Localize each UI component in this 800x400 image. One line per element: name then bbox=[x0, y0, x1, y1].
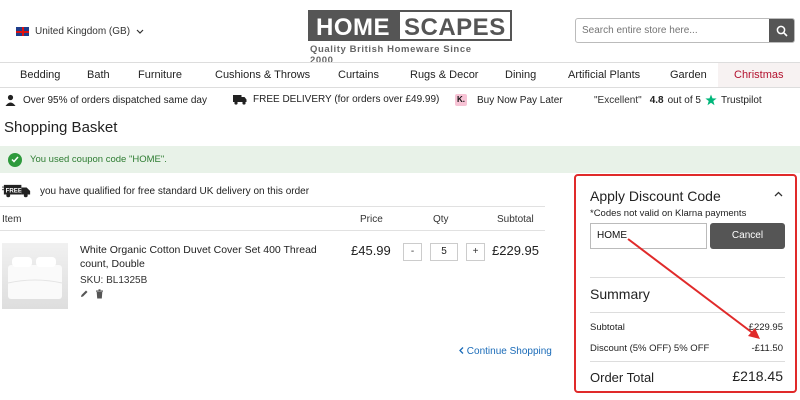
region-label: United Kingdom (GB) bbox=[35, 26, 131, 37]
product-thumbnail[interactable] bbox=[2, 243, 68, 309]
free-delivery-truck-icon: FREE bbox=[2, 184, 31, 198]
col-header-qty: Qty bbox=[433, 214, 449, 225]
trash-icon[interactable] bbox=[95, 289, 104, 299]
continue-shopping-label: Continue Shopping bbox=[466, 346, 552, 357]
nav-christmas[interactable]: Christmas bbox=[718, 63, 800, 87]
qty-input[interactable]: 5 bbox=[430, 243, 458, 261]
col-header-subtotal: Subtotal bbox=[497, 214, 534, 225]
discount-note: *Codes not valid on Klarna payments bbox=[590, 208, 747, 219]
nav-dining[interactable]: Dining bbox=[505, 63, 536, 87]
usp-paylater-text: Buy Now Pay Later bbox=[477, 94, 563, 106]
cancel-coupon-button[interactable]: Cancel bbox=[710, 223, 785, 249]
free-delivery-text: you have qualified for free standard UK … bbox=[40, 185, 310, 197]
edit-pencil-icon[interactable] bbox=[80, 289, 89, 298]
chevron-left-icon bbox=[459, 347, 464, 354]
search-icon bbox=[776, 25, 788, 37]
coupon-success-text: You used coupon code "HOME". bbox=[30, 154, 167, 165]
rating-outof: out of 5 bbox=[667, 94, 701, 106]
summary-discount-label: Discount (5% OFF) 5% OFF bbox=[590, 343, 710, 354]
continue-shopping-link[interactable]: Continue Shopping bbox=[459, 346, 552, 357]
logo-scapes-text: SCAPES bbox=[398, 10, 512, 41]
summary-discount-value: -£11.50 bbox=[751, 343, 783, 354]
rating-text: "Excellent" bbox=[594, 94, 642, 106]
discount-panel-title[interactable]: Apply Discount Code bbox=[590, 188, 721, 204]
row-subtotal: £229.95 bbox=[492, 243, 539, 258]
search-input[interactable] bbox=[576, 19, 769, 42]
trustpilot-label: Trustpilot bbox=[720, 94, 762, 106]
panel-divider bbox=[590, 277, 785, 278]
search-box bbox=[575, 18, 795, 43]
nav-rugs-decor[interactable]: Rugs & Decor bbox=[410, 63, 478, 87]
chevron-down-icon bbox=[136, 29, 144, 34]
product-sku: SKU: BL1325B bbox=[80, 275, 148, 286]
usp-paylater: K. Buy Now Pay Later bbox=[455, 94, 563, 106]
nav-bedding[interactable]: Bedding bbox=[20, 63, 60, 87]
col-header-price: Price bbox=[360, 214, 383, 225]
truck-icon bbox=[233, 95, 247, 105]
qty-decrease-button[interactable]: - bbox=[403, 243, 422, 261]
quantity-stepper: - 5 + bbox=[403, 243, 485, 261]
nav-garden[interactable]: Garden bbox=[670, 63, 707, 87]
table-header-divider bbox=[0, 230, 545, 231]
rating-score: 4.8 bbox=[649, 94, 664, 106]
summary-title: Summary bbox=[590, 286, 650, 302]
klarna-icon: K. bbox=[455, 94, 467, 106]
nav-cushions-throws[interactable]: Cushions & Throws bbox=[215, 63, 310, 87]
region-selector[interactable]: United Kingdom (GB) bbox=[16, 26, 144, 37]
chevron-up-icon[interactable] bbox=[774, 191, 783, 197]
order-total-value: £218.45 bbox=[732, 368, 783, 384]
discount-summary-panel: Apply Discount Code *Codes not valid on … bbox=[574, 174, 797, 393]
coupon-success-message: You used coupon code "HOME". bbox=[0, 146, 800, 173]
product-name[interactable]: White Organic Cotton Duvet Cover Set 400… bbox=[80, 243, 320, 271]
nav-bath[interactable]: Bath bbox=[87, 63, 110, 87]
nav-curtains[interactable]: Curtains bbox=[338, 63, 379, 87]
search-button[interactable] bbox=[769, 19, 794, 42]
summary-subtotal-value: £229.95 bbox=[748, 322, 783, 333]
person-icon bbox=[5, 94, 16, 106]
nav-artificial-plants[interactable]: Artificial Plants bbox=[568, 63, 640, 87]
usp-delivery-text: FREE DELIVERY (for orders over £49.99) bbox=[253, 94, 440, 105]
col-header-item: Item bbox=[2, 214, 22, 225]
usp-rating: "Excellent" 4.8 out of 5 Trustpilot bbox=[594, 94, 762, 106]
check-icon bbox=[8, 152, 22, 167]
uk-flag-icon bbox=[16, 27, 29, 36]
page-title: Shopping Basket bbox=[4, 119, 118, 136]
site-logo[interactable]: HOME SCAPES Quality British Homeware Sin… bbox=[308, 10, 512, 66]
nav-furniture[interactable]: Furniture bbox=[138, 63, 182, 87]
summary-divider bbox=[590, 312, 785, 313]
usp-dispatch: Over 95% of orders dispatched same day bbox=[4, 94, 207, 107]
free-delivery-notice: FREE you have qualified for free standar… bbox=[0, 184, 309, 198]
free-badge-text: FREE bbox=[6, 187, 22, 194]
order-total-label: Order Total bbox=[590, 370, 655, 385]
summary-subtotal-label: Subtotal bbox=[590, 322, 625, 333]
table-top-divider bbox=[0, 206, 545, 207]
usp-dispatch-text: Over 95% of orders dispatched same day bbox=[23, 95, 207, 106]
trustpilot-star-icon bbox=[705, 94, 717, 106]
product-price: £45.99 bbox=[351, 243, 391, 258]
coupon-code-input[interactable]: HOME bbox=[590, 223, 707, 249]
qty-increase-button[interactable]: + bbox=[466, 243, 485, 261]
row-actions bbox=[80, 289, 104, 299]
main-nav: Bedding Bath Furniture Cushions & Throws… bbox=[0, 62, 800, 88]
logo-home-text: HOME bbox=[308, 10, 398, 41]
total-divider bbox=[590, 361, 785, 362]
usp-delivery: FREE DELIVERY (for orders over £49.99) bbox=[233, 94, 439, 105]
